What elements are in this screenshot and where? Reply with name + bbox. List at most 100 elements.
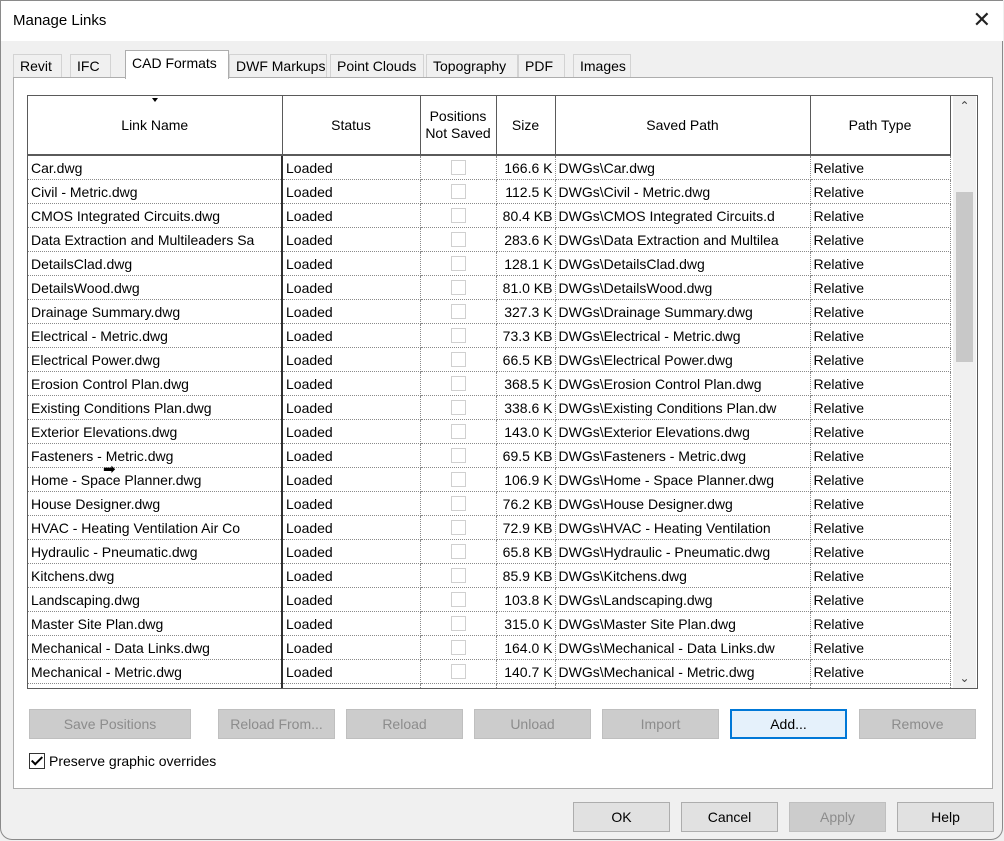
saved-path-cell[interactable]: DWGs\Existing Conditions Plan.dw bbox=[555, 395, 811, 420]
positions-not-saved-cell[interactable] bbox=[420, 347, 497, 372]
column-header-link-name[interactable]: Link Name bbox=[28, 96, 283, 156]
saved-path-cell[interactable]: DWGs\Car.dwg bbox=[555, 155, 811, 180]
size-cell[interactable]: 81.0 KB bbox=[496, 275, 556, 300]
link-name-cell[interactable]: Mechanical - Multileaders.d bbox=[28, 683, 283, 688]
saved-path-cell[interactable]: DWGs\Erosion Control Plan.dwg bbox=[555, 371, 811, 396]
link-name-cell[interactable]: DetailsWood.dwg bbox=[28, 275, 283, 300]
positions-not-saved-cell[interactable] bbox=[420, 443, 497, 468]
status-cell[interactable]: Loaded bbox=[282, 323, 421, 348]
positions-not-saved-cell[interactable] bbox=[420, 251, 497, 276]
path-type-cell[interactable]: Relative bbox=[810, 683, 951, 688]
size-cell[interactable]: 166.6 K bbox=[496, 155, 556, 180]
save-positions-button[interactable]: Save Positions bbox=[29, 709, 191, 739]
path-type-cell[interactable]: Relative bbox=[810, 611, 951, 636]
saved-path-cell[interactable]: DWGs\DetailsWood.dwg bbox=[555, 275, 811, 300]
table-row[interactable]: Electrical Power.dwg Loaded 66.5 KB DWGs\El… bbox=[28, 347, 951, 372]
positions-not-saved-cell[interactable] bbox=[420, 467, 497, 492]
tab-pdf[interactable]: PDF bbox=[518, 54, 565, 78]
saved-path-cell[interactable]: DWGs\Fasteners - Metric.dwg bbox=[555, 443, 811, 468]
column-header-status[interactable]: Status bbox=[282, 96, 421, 156]
link-name-cell[interactable]: Kitchens.dwg bbox=[28, 563, 283, 588]
link-name-cell[interactable]: Hydraulic - Pneumatic.dwg bbox=[28, 539, 283, 564]
table-row[interactable]: Home - Space Planner.dwg Loaded 106.9 K DWG… bbox=[28, 467, 951, 492]
link-name-cell[interactable]: Drainage Summary.dwg bbox=[28, 299, 283, 324]
positions-not-saved-cell[interactable] bbox=[420, 491, 497, 516]
table-row[interactable]: Mechanical - Data Links.dwg Loaded 164.0 K… bbox=[28, 635, 951, 660]
link-name-cell[interactable]: Civil - Metric.dwg bbox=[28, 179, 283, 204]
size-cell[interactable]: 315.0 K bbox=[496, 611, 556, 636]
path-type-cell[interactable]: Relative bbox=[810, 587, 951, 612]
positions-not-saved-cell[interactable] bbox=[420, 323, 497, 348]
reload-from-button[interactable]: Reload From... bbox=[218, 709, 335, 739]
status-cell[interactable]: Loaded bbox=[282, 443, 421, 468]
link-name-cell[interactable]: House Designer.dwg bbox=[28, 491, 283, 516]
saved-path-cell[interactable]: DWGs\Master Site Plan.dwg bbox=[555, 611, 811, 636]
table-row[interactable]: Master Site Plan.dwg Loaded 315.0 K DWGs\Ma… bbox=[28, 611, 951, 636]
tab-point-clouds[interactable]: Point Clouds bbox=[330, 54, 424, 78]
import-button[interactable]: Import bbox=[602, 709, 719, 739]
saved-path-cell[interactable]: DWGs\Civil - Metric.dwg bbox=[555, 179, 811, 204]
saved-path-cell[interactable]: DWGs\Mechanical - Data Links.dw bbox=[555, 635, 811, 660]
link-name-cell[interactable]: Mechanical - Metric.dwg bbox=[28, 659, 283, 684]
table-row[interactable]: Exterior Elevations.dwg Loaded 143.0 K DWGs… bbox=[28, 419, 951, 444]
table-row[interactable]: Civil - Metric.dwg Loaded 112.5 K DWGs\Civi… bbox=[28, 179, 951, 204]
status-cell[interactable]: Loaded bbox=[282, 491, 421, 516]
positions-not-saved-cell[interactable] bbox=[420, 179, 497, 204]
size-cell[interactable]: 65.8 KB bbox=[496, 539, 556, 564]
status-cell[interactable]: Loaded bbox=[282, 155, 421, 180]
size-cell[interactable]: 128.1 K bbox=[496, 251, 556, 276]
unload-button[interactable]: Unload bbox=[474, 709, 591, 739]
link-name-cell[interactable]: Erosion Control Plan.dwg bbox=[28, 371, 283, 396]
positions-not-saved-cell[interactable] bbox=[420, 515, 497, 540]
path-type-cell[interactable]: Relative bbox=[810, 299, 951, 324]
column-header-positions-not-saved[interactable]: Positions Not Saved bbox=[420, 96, 497, 156]
tab-dwf-markups[interactable]: DWF Markups bbox=[229, 54, 327, 78]
saved-path-cell[interactable]: DWGs\DetailsClad.dwg bbox=[555, 251, 811, 276]
tab-revit[interactable]: Revit bbox=[13, 54, 62, 78]
add-button[interactable]: Add... bbox=[730, 709, 847, 739]
positions-not-saved-cell[interactable] bbox=[420, 563, 497, 588]
size-cell[interactable]: 72.9 KB bbox=[496, 515, 556, 540]
positions-not-saved-cell[interactable] bbox=[420, 371, 497, 396]
column-header-saved-path[interactable]: Saved Path bbox=[555, 96, 811, 156]
path-type-cell[interactable]: Relative bbox=[810, 443, 951, 468]
link-name-cell[interactable]: Fasteners - Metric.dwg bbox=[28, 443, 283, 468]
status-cell[interactable]: Loaded bbox=[282, 515, 421, 540]
size-cell[interactable]: 76.2 KB bbox=[496, 491, 556, 516]
positions-not-saved-cell[interactable] bbox=[420, 419, 497, 444]
link-name-cell[interactable]: Car.dwg bbox=[28, 155, 283, 180]
help-button[interactable]: Help bbox=[897, 802, 994, 832]
positions-not-saved-cell[interactable] bbox=[420, 635, 497, 660]
size-cell[interactable]: 66.5 KB bbox=[496, 347, 556, 372]
vertical-scrollbar[interactable]: ⌃ ⌄ bbox=[953, 96, 976, 688]
path-type-cell[interactable]: Relative bbox=[810, 179, 951, 204]
status-cell[interactable]: Loaded bbox=[282, 659, 421, 684]
status-cell[interactable]: Loaded bbox=[282, 563, 421, 588]
reload-button[interactable]: Reload bbox=[346, 709, 463, 739]
path-type-cell[interactable]: Relative bbox=[810, 539, 951, 564]
size-cell[interactable]: 73.3 KB bbox=[496, 323, 556, 348]
tab-cad-formats[interactable]: CAD Formats bbox=[125, 50, 229, 79]
positions-not-saved-cell[interactable] bbox=[420, 299, 497, 324]
status-cell[interactable]: Loaded bbox=[282, 299, 421, 324]
saved-path-cell[interactable]: DWGs\Hydraulic - Pneumatic.dwg bbox=[555, 539, 811, 564]
scroll-thumb[interactable] bbox=[956, 192, 973, 362]
saved-path-cell[interactable]: DWGs\Electrical Power.dwg bbox=[555, 347, 811, 372]
positions-not-saved-cell[interactable] bbox=[420, 611, 497, 636]
table-row[interactable]: Car.dwg Loaded 166.6 K DWGs\Car.dwg Relative bbox=[28, 155, 951, 180]
positions-not-saved-cell[interactable] bbox=[420, 395, 497, 420]
positions-not-saved-cell[interactable] bbox=[420, 659, 497, 684]
size-cell[interactable]: 327.3 K bbox=[496, 299, 556, 324]
link-name-cell[interactable]: Electrical Power.dwg bbox=[28, 347, 283, 372]
status-cell[interactable]: Loaded bbox=[282, 419, 421, 444]
path-type-cell[interactable]: Relative bbox=[810, 563, 951, 588]
saved-path-cell[interactable]: DWGs\Electrical - Metric.dwg bbox=[555, 323, 811, 348]
positions-not-saved-cell[interactable] bbox=[420, 203, 497, 228]
link-name-cell[interactable]: Landscaping.dwg bbox=[28, 587, 283, 612]
saved-path-cell[interactable]: DWGs\Home - Space Planner.dwg bbox=[555, 467, 811, 492]
table-row[interactable]: Erosion Control Plan.dwg Loaded 368.5 K DWG… bbox=[28, 371, 951, 396]
table-row[interactable]: House Designer.dwg Loaded 76.2 KB DWGs\Hous… bbox=[28, 491, 951, 516]
path-type-cell[interactable]: Relative bbox=[810, 395, 951, 420]
table-row[interactable]: DetailsWood.dwg Loaded 81.0 KB DWGs\Details… bbox=[28, 275, 951, 300]
table-row[interactable]: HVAC - Heating Ventilation Air Co Loaded 7… bbox=[28, 515, 951, 540]
